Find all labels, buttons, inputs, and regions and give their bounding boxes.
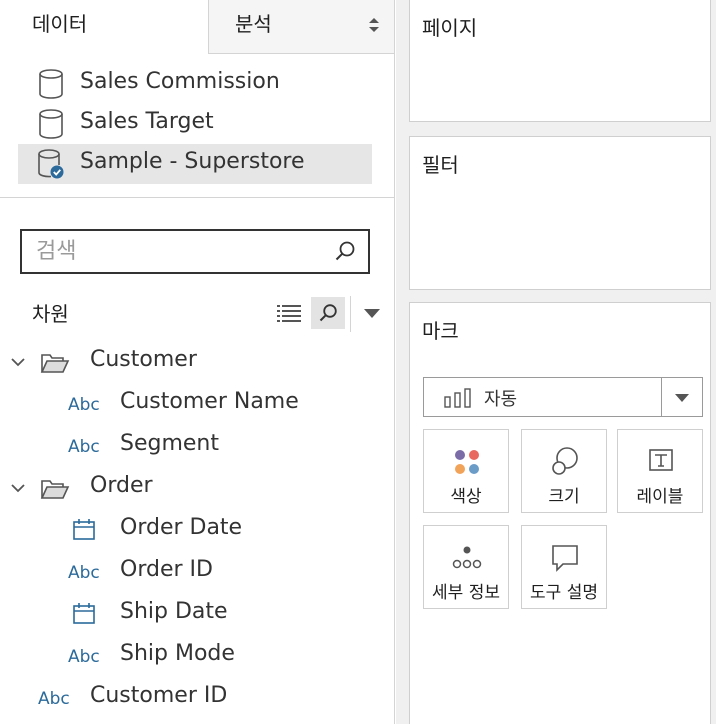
datasource-name: Sample - Superstore: [80, 149, 305, 174]
pages-shelf[interactable]: 페이지: [409, 0, 711, 122]
detail-button[interactable]: 세부 정보: [423, 525, 509, 609]
chevron-down-icon[interactable]: [674, 392, 690, 404]
marks-card: 마크 자동 색상 크기 레이블 세부 정보 도구 설명: [409, 302, 711, 724]
data-pane: 데이터 분석 Sales Commission Sales Target Sam…: [0, 0, 395, 724]
string-type-icon: Abc: [38, 689, 70, 709]
datasource-name: Sales Commission: [80, 69, 280, 94]
string-type-icon: Abc: [68, 437, 100, 457]
chevron-down-icon[interactable]: [362, 306, 382, 320]
search-icon[interactable]: [334, 240, 356, 262]
field-row[interactable]: Order Date: [0, 510, 394, 550]
field-label: Customer Name: [120, 389, 299, 414]
chevron-down-icon[interactable]: [10, 354, 26, 370]
detail-dots-icon: [452, 546, 482, 569]
find-field-button[interactable]: [311, 297, 345, 329]
text-label-icon: [649, 449, 673, 471]
divider: [0, 197, 394, 198]
shelves-pane: 페이지 필터 마크 자동 색상 크기 레이블 세부 정보 도구 설명: [396, 0, 716, 724]
field-row[interactable]: Abc Ship Mode: [0, 636, 394, 676]
detail-button-label: 세부 정보: [432, 583, 500, 603]
size-circles-icon: [552, 447, 578, 475]
folder-open-icon: [40, 354, 70, 373]
size-button[interactable]: 크기: [521, 429, 607, 513]
bar-chart-icon: [444, 388, 471, 408]
field-row[interactable]: Abc Segment: [0, 426, 394, 466]
field-row[interactable]: Abc Customer ID: [0, 678, 394, 718]
up-down-arrow-icon[interactable]: [368, 16, 380, 34]
field-row[interactable]: Abc Customer Name: [0, 384, 394, 424]
chevron-down-icon[interactable]: [10, 480, 26, 496]
folder-row[interactable]: Customer: [0, 342, 394, 382]
filters-shelf-title: 필터: [422, 153, 459, 177]
folder-open-icon: [40, 480, 70, 499]
field-row[interactable]: Abc Order ID: [0, 552, 394, 592]
label-button-label: 레이블: [636, 487, 684, 507]
divider: [661, 378, 662, 416]
database-icon: [39, 69, 63, 99]
datasource-item[interactable]: Sales Target: [18, 104, 372, 144]
tooltip-button[interactable]: 도구 설명: [521, 525, 607, 609]
color-dots-icon: [455, 450, 479, 474]
datasource-item-selected[interactable]: Sample - Superstore: [18, 144, 372, 184]
calendar-icon: [73, 519, 95, 540]
search-input[interactable]: [36, 237, 326, 265]
datasource-name: Sales Target: [80, 109, 214, 134]
color-button-label: 색상: [450, 487, 482, 507]
field-label: Order Date: [120, 515, 243, 540]
label-button[interactable]: 레이블: [617, 429, 703, 513]
search-field[interactable]: [20, 229, 370, 274]
mark-type-label: 자동: [484, 389, 518, 410]
string-type-icon: Abc: [68, 563, 100, 583]
tab-data[interactable]: 데이터: [0, 0, 208, 54]
tooltip-button-label: 도구 설명: [530, 583, 598, 603]
pages-shelf-title: 페이지: [422, 16, 478, 40]
calendar-icon: [73, 603, 95, 624]
list-view-icon[interactable]: [276, 302, 302, 324]
field-label: Order ID: [120, 557, 213, 582]
string-type-icon: Abc: [68, 647, 100, 667]
field-label: Ship Mode: [120, 641, 235, 666]
search-icon: [319, 304, 337, 322]
color-button[interactable]: 색상: [423, 429, 509, 513]
tab-analysis-label: 분석: [235, 12, 272, 36]
field-label: Ship Date: [120, 599, 228, 624]
field-label: Customer ID: [90, 683, 228, 708]
filters-shelf[interactable]: 필터: [409, 136, 711, 290]
database-active-icon: [38, 149, 64, 179]
tab-analysis[interactable]: 분석: [208, 0, 394, 54]
dimensions-title: 차원: [32, 302, 69, 326]
string-type-icon: Abc: [68, 395, 100, 415]
divider: [350, 296, 351, 332]
field-row[interactable]: Ship Date: [0, 594, 394, 634]
mark-type-dropdown[interactable]: 자동: [423, 377, 703, 417]
tooltip-bubble-icon: [552, 545, 578, 572]
database-icon: [39, 109, 63, 139]
field-label: Segment: [120, 431, 219, 456]
size-button-label: 크기: [548, 487, 580, 507]
folder-label: Order: [90, 473, 153, 498]
datasource-item[interactable]: Sales Commission: [18, 64, 372, 104]
tab-data-label: 데이터: [32, 12, 88, 36]
folder-row[interactable]: Order: [0, 468, 394, 508]
marks-card-title: 마크: [422, 319, 459, 343]
folder-label: Customer: [90, 347, 197, 372]
